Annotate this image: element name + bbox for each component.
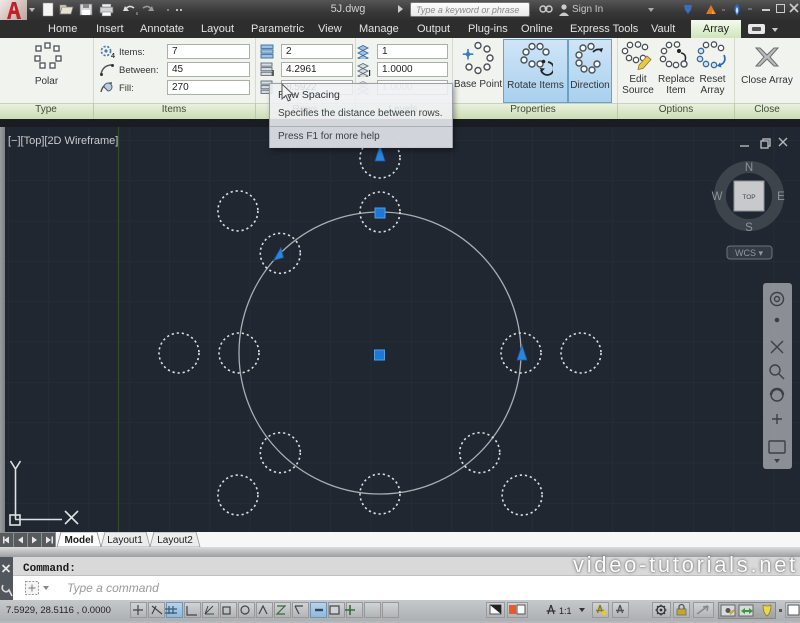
svg-text:I: I xyxy=(369,69,371,77)
svg-text:S: S xyxy=(745,222,753,234)
svg-text:WCS ▾: WCS ▾ xyxy=(735,248,763,258)
svg-text:I: I xyxy=(272,69,274,77)
svg-text:Model: Model xyxy=(65,535,94,546)
svg-text:W: W xyxy=(712,191,723,203)
svg-text:TOP: TOP xyxy=(742,194,755,201)
svg-text:N: N xyxy=(745,162,753,174)
svg-text:Layout2: Layout2 xyxy=(157,535,193,546)
svg-text:[−][Top][2D Wireframe]: [−][Top][2D Wireframe] xyxy=(8,135,118,147)
svg-text:Layout1: Layout1 xyxy=(107,535,143,546)
svg-text:4: 4 xyxy=(111,53,115,59)
svg-text:1:1: 1:1 xyxy=(559,606,572,616)
svg-text:E: E xyxy=(777,191,785,203)
